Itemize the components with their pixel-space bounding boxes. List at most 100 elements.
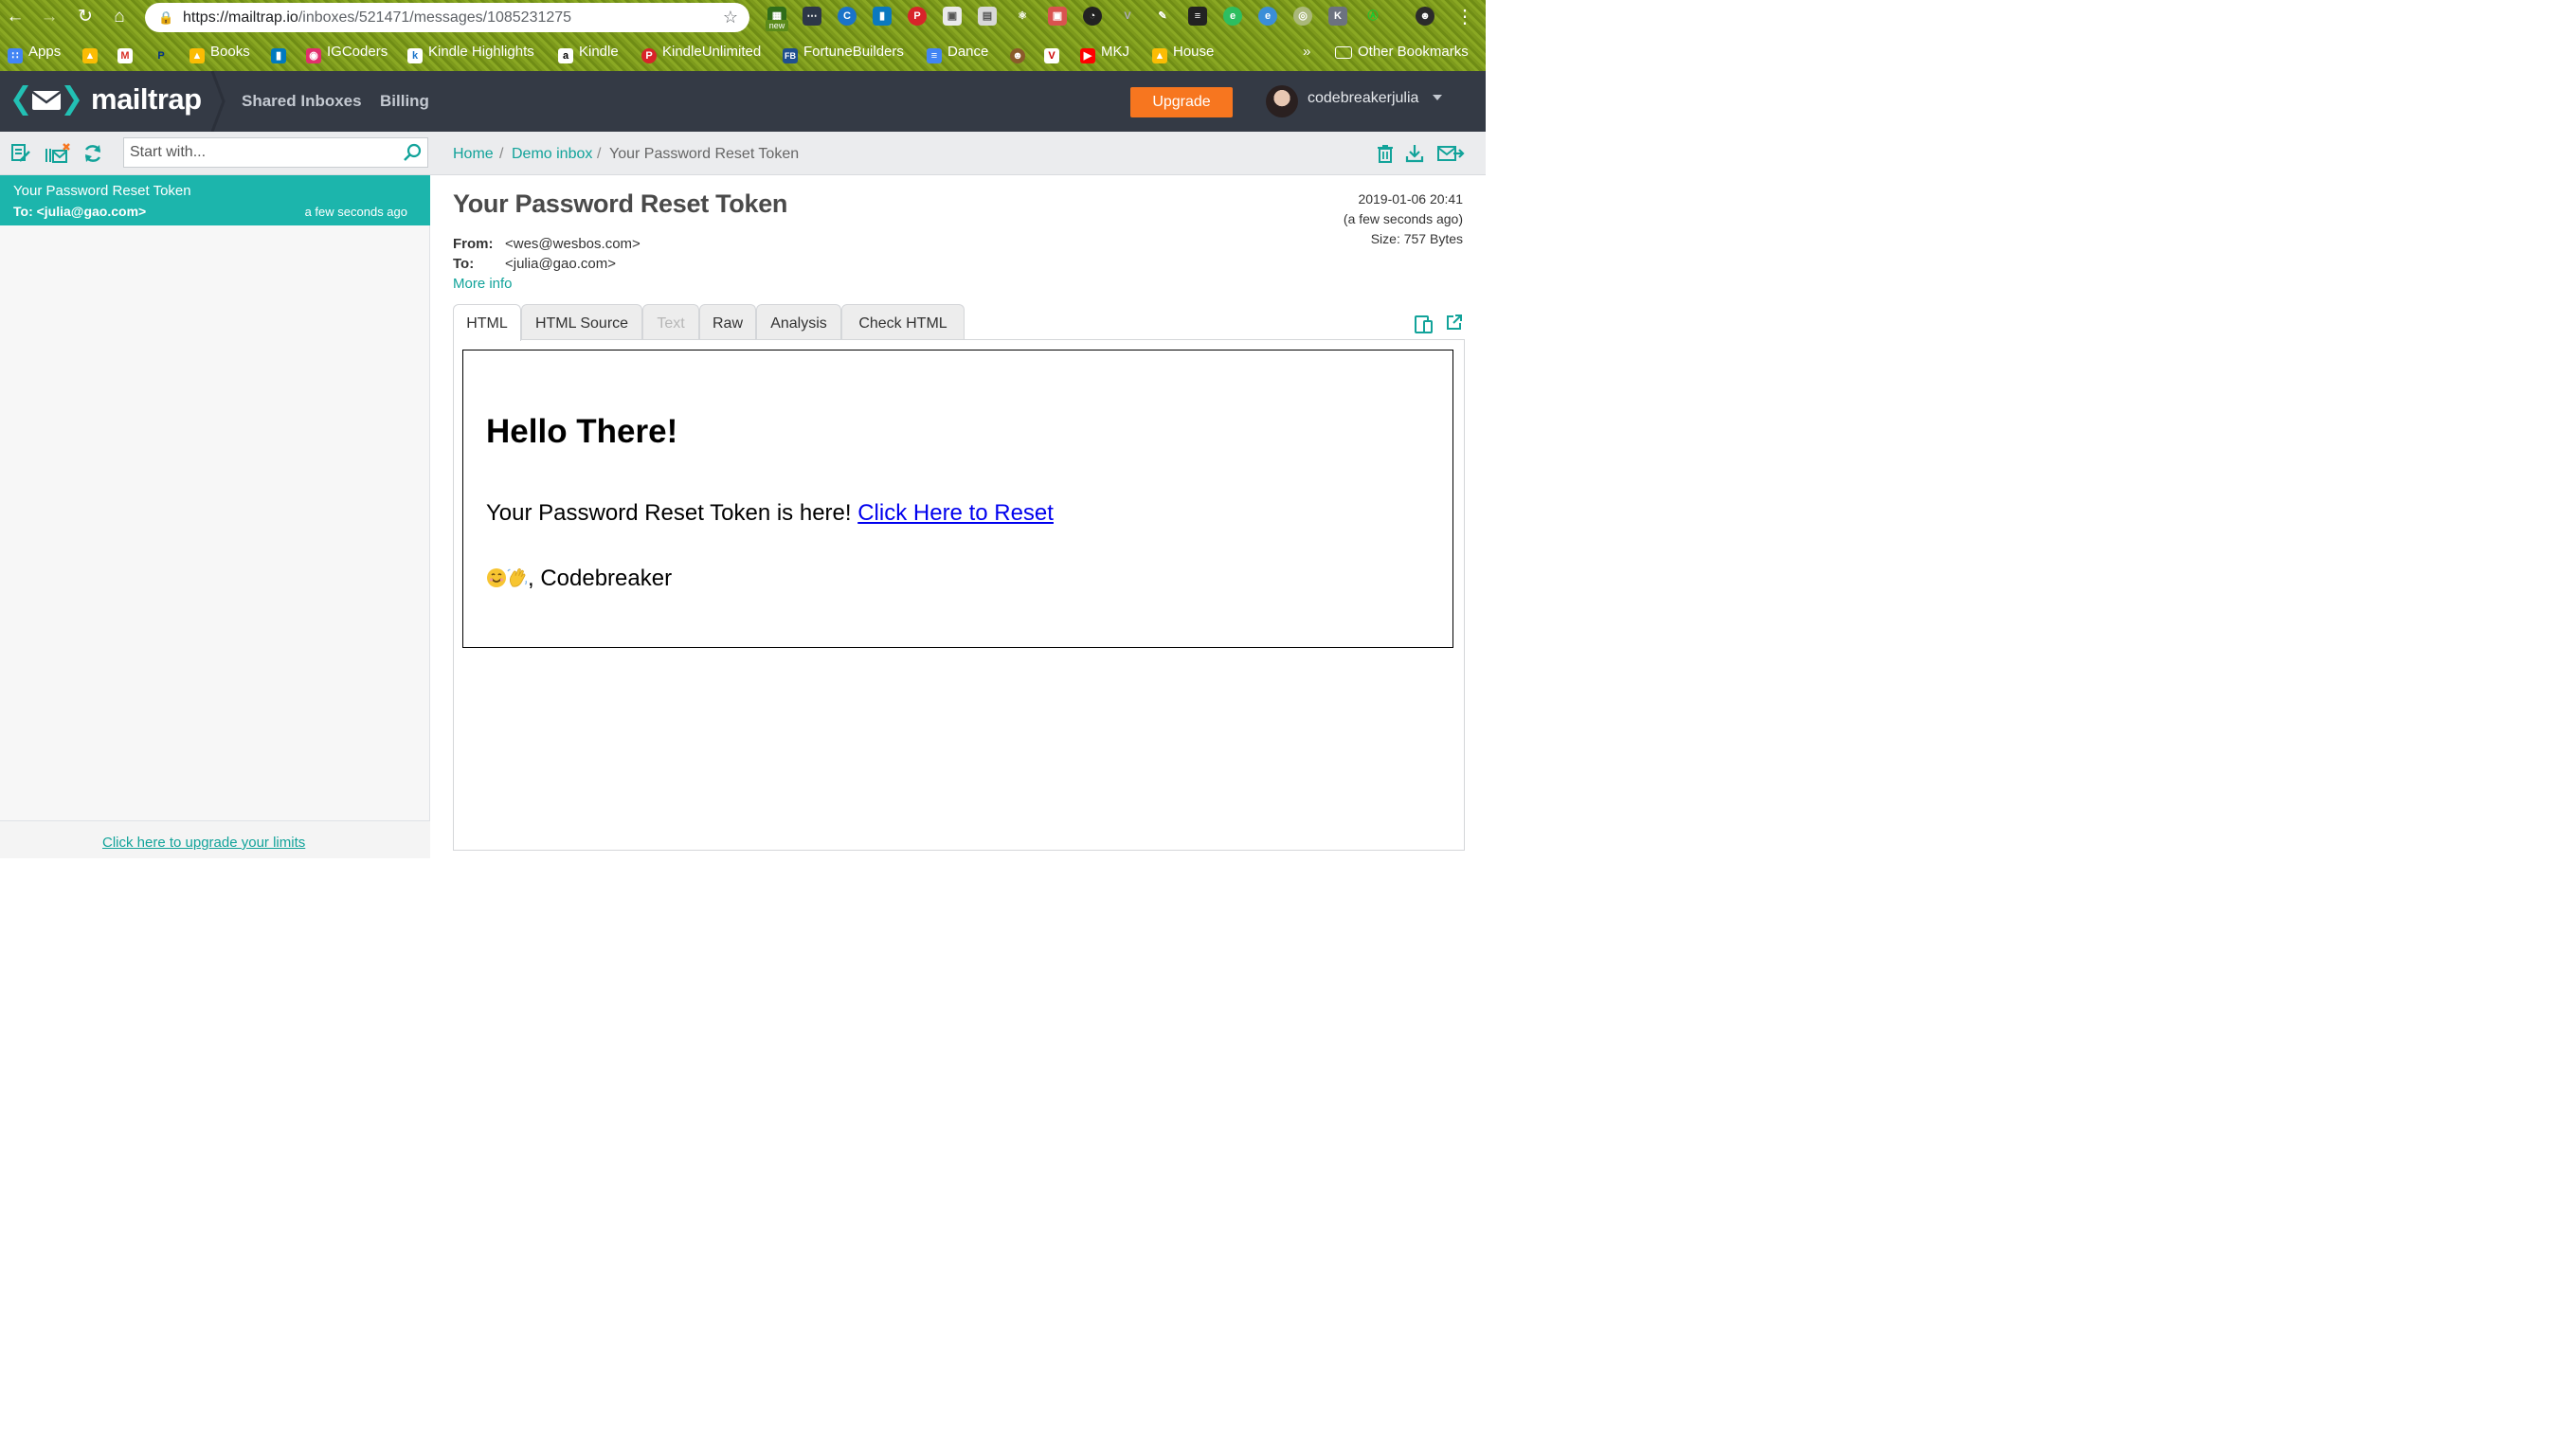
bookmark-v[interactable]: V <box>1044 40 1065 64</box>
page-title: Your Password Reset Token <box>453 189 788 218</box>
extension-evernote-icon[interactable]: e <box>1223 7 1242 26</box>
bookmark-books[interactable]: ▲ Books <box>189 40 250 64</box>
tab-text[interactable]: Text <box>642 304 699 340</box>
bookmark-trello[interactable]: ▮ <box>271 40 292 64</box>
tab-check-html[interactable]: Check HTML <box>841 304 965 340</box>
extension-k-icon[interactable]: K <box>1328 7 1347 26</box>
bookmark-kindle-highlights[interactable]: k Kindle Highlights <box>407 40 534 64</box>
extension-pinterest-icon[interactable]: P <box>908 7 927 26</box>
device-preview-icon[interactable] <box>1414 314 1434 334</box>
bookmark-other[interactable]: Other Bookmarks <box>1335 40 1469 64</box>
breadcrumb-inbox[interactable]: Demo inbox <box>512 146 592 163</box>
breadcrumb: Home / Demo inbox / Your Password Reset … <box>430 132 1486 175</box>
from-label: From: <box>453 236 494 252</box>
message-time: a few seconds ago <box>304 205 407 219</box>
folder-icon <box>1335 46 1352 59</box>
username[interactable]: codebreakerjulia <box>1308 90 1418 107</box>
bookmark-label: Books <box>210 44 250 60</box>
breadcrumb-separator: / <box>499 146 504 162</box>
bookmark-fortunebuilders[interactable]: FB FortuneBuilders <box>783 40 904 64</box>
extension-image-icon[interactable]: ▣ <box>1048 7 1067 26</box>
edit-list-icon[interactable] <box>10 143 31 164</box>
back-arrow-icon[interactable]: ← <box>4 6 27 28</box>
upgrade-button[interactable]: Upgrade <box>1130 87 1233 117</box>
tab-html-source[interactable]: HTML Source <box>521 304 642 340</box>
smile-emoji-icon <box>487 568 506 587</box>
forward-arrow-icon[interactable]: → <box>38 6 61 28</box>
extension-a-icon[interactable]: Ⓐ <box>1363 7 1382 26</box>
tab-html[interactable]: HTML <box>453 304 521 341</box>
extension-trello-icon[interactable]: ▮ <box>873 7 892 26</box>
reset-link[interactable]: Click Here to Reset <box>857 500 1054 526</box>
refresh-icon[interactable] <box>82 143 103 164</box>
bookmark-avatar[interactable]: ☻ <box>1010 40 1031 64</box>
bookmark-kindleunlimited[interactable]: P KindleUnlimited <box>641 40 761 64</box>
avatar[interactable] <box>1266 85 1298 117</box>
bookmark-label: MKJ <box>1101 44 1129 60</box>
bookmarks-bar: ∷ Apps ▲ M P ▲ Books ▮ ◉ IGCoders k Kindle H… <box>0 40 1486 64</box>
apps-grid-icon: ∷ <box>8 48 23 63</box>
nav-shared-inboxes[interactable]: Shared Inboxes <box>242 71 362 132</box>
forward-email-icon[interactable] <box>1436 143 1465 164</box>
upgrade-limits-link[interactable]: Click here to upgrade your limits <box>102 835 305 851</box>
extension-c-icon[interactable]: C <box>838 7 857 26</box>
logo-wordmark[interactable]: mailtrap <box>91 82 202 117</box>
message-date: 2019-01-06 20:41 <box>1358 191 1463 207</box>
search-icon[interactable] <box>403 143 422 162</box>
bookmark-label: Dance <box>947 44 989 60</box>
bookmark-mkj[interactable]: ▶ MKJ <box>1080 40 1129 64</box>
bookmark-paypal[interactable]: P <box>153 40 174 64</box>
bookmark-dance[interactable]: ≡ Dance <box>927 40 988 64</box>
address-bar[interactable]: 🔒 https://mailtrap.io/inboxes/521471/mes… <box>145 3 749 32</box>
bookmark-kindle[interactable]: a Kindle <box>558 40 619 64</box>
more-info-link[interactable]: More info <box>453 276 513 292</box>
open-external-icon[interactable] <box>1446 314 1463 331</box>
bookmark-label: House <box>1173 44 1215 60</box>
extension-clock-icon[interactable]: ◔ <box>1083 7 1102 26</box>
reload-icon[interactable]: ↻ <box>74 6 97 28</box>
extension-layers-icon[interactable]: ≡ <box>1188 7 1207 26</box>
bookmark-star-icon[interactable]: ☆ <box>723 3 738 32</box>
mailtrap-logo-icon[interactable] <box>11 83 81 117</box>
user-menu-caret-icon[interactable] <box>1433 95 1442 100</box>
pinterest-icon: P <box>641 48 657 63</box>
extension-new-badge: new <box>766 20 788 31</box>
bookmark-igcoders[interactable]: ◉ IGCoders <box>306 40 388 64</box>
extension-react-icon[interactable]: ⚛ <box>1013 7 1032 26</box>
sidebar-footer: Click here to upgrade your limits <box>0 820 430 858</box>
to-row: To: <julia@gao.com> <box>453 256 616 272</box>
extension-doc-icon[interactable]: ▤ <box>978 7 997 26</box>
to-address: <julia@gao.com> <box>505 256 616 272</box>
inbox-sidebar: Your Password Reset Token To: <julia@gao… <box>0 132 430 858</box>
bookmark-house[interactable]: ▲ House <box>1152 40 1214 64</box>
home-icon[interactable]: ⌂ <box>108 6 131 28</box>
menu-kebab-icon[interactable]: ⋮ <box>1455 5 1474 28</box>
bookmark-drive[interactable]: ▲ <box>82 40 103 64</box>
list-item[interactable]: Your Password Reset Token To: <julia@gao… <box>0 175 430 225</box>
bookmarks-overflow[interactable]: » <box>1303 40 1310 64</box>
extension-target-icon[interactable]: ◎ <box>1293 7 1312 26</box>
nav-billing[interactable]: Billing <box>380 71 429 132</box>
search-input[interactable] <box>124 138 389 167</box>
instagram-icon: ◉ <box>306 48 321 63</box>
message-relative-time: (a few seconds ago) <box>1343 211 1463 226</box>
gmail-icon: M <box>117 48 133 63</box>
fb-icon: FB <box>783 48 798 63</box>
breadcrumb-home[interactable]: Home <box>453 146 494 163</box>
tab-raw[interactable]: Raw <box>699 304 756 340</box>
trash-icon[interactable] <box>1375 143 1396 164</box>
bookmark-gmail[interactable]: M <box>117 40 138 64</box>
email-heading: Hello There! <box>486 413 678 450</box>
bookmark-apps[interactable]: ∷ Apps <box>8 40 61 64</box>
message-meta: 2019-01-06 20:41 (a few seconds ago) Siz… <box>1344 189 1463 249</box>
download-icon[interactable] <box>1404 143 1425 164</box>
clear-inbox-icon[interactable] <box>45 143 71 164</box>
tab-analysis[interactable]: Analysis <box>756 304 841 340</box>
extension-pen-icon[interactable]: ✎ <box>1153 7 1172 26</box>
extension-edge-icon[interactable]: e <box>1258 7 1277 26</box>
message-subject: Your Password Reset Token <box>13 183 191 199</box>
extension-v-icon[interactable]: V <box>1118 7 1137 26</box>
extension-dots-icon[interactable]: ⋯ <box>803 7 821 26</box>
extension-square-icon[interactable]: ▣ <box>943 7 962 26</box>
profile-avatar-icon[interactable]: ☻ <box>1416 7 1434 26</box>
